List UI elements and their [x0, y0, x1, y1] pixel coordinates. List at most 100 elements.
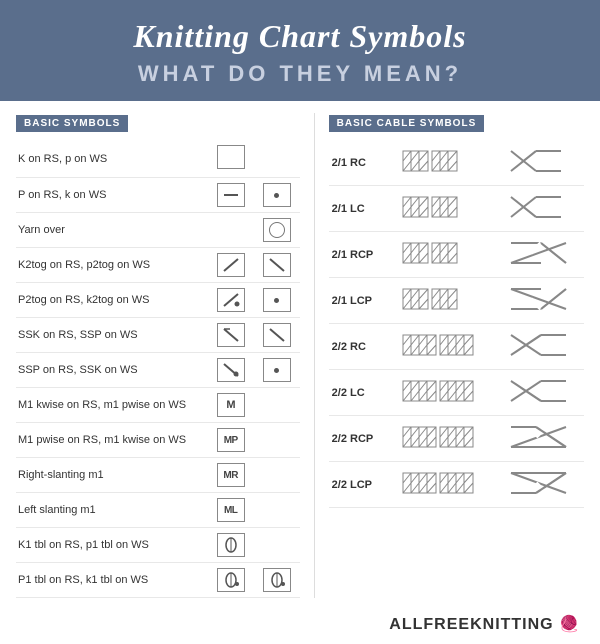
cable-symbols-table: 2/1 RC — [329, 140, 584, 508]
mr-box-icon: MR — [217, 463, 245, 487]
dot-box2-icon — [263, 288, 291, 312]
cable-twist-icon — [493, 324, 584, 370]
main-content: BASIC SYMBOLS K on RS, p on WS P on RS, … — [0, 101, 600, 608]
table-row: M1 pwise on RS, m1 kwise on WS MP — [16, 423, 300, 458]
cable-grid-icon — [391, 462, 493, 508]
symbol-icon2 — [254, 248, 300, 283]
table-row: K1 tbl on RS, p1 tbl on WS — [16, 528, 300, 563]
symbol-label: Right-slanting m1 — [16, 458, 208, 493]
table-row: 2/2 RCP — [329, 416, 584, 462]
symbol-icon2 — [254, 528, 300, 563]
table-row: Right-slanting m1 MR — [16, 458, 300, 493]
table-row: K on RS, p on WS — [16, 140, 300, 178]
cable-grid-icon — [391, 324, 493, 370]
table-row: Left slanting m1 ML — [16, 493, 300, 528]
cable-grid-icon — [391, 186, 493, 232]
cable-twist-icon — [493, 416, 584, 462]
cable-label: 2/2 RC — [329, 324, 391, 370]
symbol-icon2 — [254, 563, 300, 598]
symbol-icon2 — [254, 283, 300, 318]
symbol-icon2 — [254, 318, 300, 353]
cable-twist-icon — [493, 186, 584, 232]
footer: ALLFREEKNITTING 🧶 — [0, 608, 600, 644]
symbol-icon: ML — [208, 493, 254, 528]
mp-box-icon: MP — [217, 428, 245, 452]
cable-symbols-header: BASIC CABLE SYMBOLS — [329, 115, 485, 132]
cable-label: 2/2 LC — [329, 370, 391, 416]
symbol-icon: MR — [208, 458, 254, 493]
cable-grid-icon — [391, 370, 493, 416]
symbol-icon — [208, 353, 254, 388]
m-box-icon: M — [217, 393, 245, 417]
ml-box-icon: ML — [217, 498, 245, 522]
symbol-icon2 — [254, 353, 300, 388]
symbol-icon — [208, 563, 254, 598]
cable-twist-icon — [493, 232, 584, 278]
tbl2-box-icon — [217, 568, 245, 592]
symbol-icon2 — [254, 213, 300, 248]
lslash-box-icon — [217, 323, 245, 347]
symbol-label: K2tog on RS, p2tog on WS — [16, 248, 208, 283]
symbol-label: M1 kwise on RS, m1 pwise on WS — [16, 388, 208, 423]
symbol-label: SSK on RS, SSP on WS — [16, 318, 208, 353]
cable-label: 2/1 LC — [329, 186, 391, 232]
cable-label: 2/2 RCP — [329, 416, 391, 462]
rslash-dot-box-icon — [217, 288, 245, 312]
table-row: 2/2 RC — [329, 324, 584, 370]
lslash-dot-box-icon — [217, 358, 245, 382]
symbol-label: SSP on RS, SSK on WS — [16, 353, 208, 388]
symbol-icon — [208, 248, 254, 283]
empty-box-icon — [217, 145, 245, 169]
dot-box3-icon — [263, 358, 291, 382]
symbol-icon — [208, 178, 254, 213]
table-row: 2/1 LC — [329, 186, 584, 232]
page-title: Knitting Chart Symbols — [20, 18, 580, 55]
tbl3-box-icon — [263, 568, 291, 592]
cable-label: 2/2 LCP — [329, 462, 391, 508]
table-row: 2/2 LCP — [329, 462, 584, 508]
table-row: P1 tbl on RS, k1 tbl on WS — [16, 563, 300, 598]
fslash-box-icon — [263, 253, 291, 277]
cable-twist-icon — [493, 140, 584, 186]
basic-symbols-header: BASIC SYMBOLS — [16, 115, 128, 132]
table-row: Yarn over — [16, 213, 300, 248]
table-row: P on RS, k on WS — [16, 178, 300, 213]
symbol-label: Left slanting m1 — [16, 493, 208, 528]
table-row: SSK on RS, SSP on WS — [16, 318, 300, 353]
cable-label: 2/1 LCP — [329, 278, 391, 324]
table-row: P2tog on RS, k2tog on WS — [16, 283, 300, 318]
cable-grid-icon — [391, 140, 493, 186]
column-divider — [314, 113, 315, 598]
cable-twist-icon — [493, 278, 584, 324]
symbol-icon — [208, 318, 254, 353]
brand-text: ALLFREEKNITTING 🧶 — [389, 616, 580, 633]
rslash-box-icon — [217, 253, 245, 277]
table-row: SSP on RS, SSK on WS — [16, 353, 300, 388]
table-row: 2/1 RC — [329, 140, 584, 186]
page-wrapper: Knitting Chart Symbols WHAT DO THEY MEAN… — [0, 0, 600, 644]
table-row: 2/1 RCP — [329, 232, 584, 278]
header: Knitting Chart Symbols WHAT DO THEY MEAN… — [0, 0, 600, 101]
symbol-icon — [208, 140, 254, 178]
symbol-label: K on RS, p on WS — [16, 140, 208, 178]
circle-box-icon — [263, 218, 291, 242]
table-row: M1 kwise on RS, m1 pwise on WS M — [16, 388, 300, 423]
symbol-icon: MP — [208, 423, 254, 458]
cable-symbols-section: BASIC CABLE SYMBOLS 2/1 RC — [329, 113, 584, 598]
symbol-icon2 — [254, 458, 300, 493]
cable-twist-icon — [493, 370, 584, 416]
symbol-icon2 — [254, 388, 300, 423]
cable-twist-icon — [493, 462, 584, 508]
symbol-icon2 — [254, 178, 300, 213]
table-row: K2tog on RS, p2tog on WS — [16, 248, 300, 283]
symbol-icon: M — [208, 388, 254, 423]
page-subtitle: WHAT DO THEY MEAN? — [20, 61, 580, 87]
table-row: 2/1 LCP — [329, 278, 584, 324]
symbol-label: P2tog on RS, k2tog on WS — [16, 283, 208, 318]
lslash2-box-icon — [263, 323, 291, 347]
basic-symbols-section: BASIC SYMBOLS K on RS, p on WS P on RS, … — [16, 113, 300, 598]
tbl1-box-icon — [217, 533, 245, 557]
basic-symbols-table: K on RS, p on WS P on RS, k on WS — [16, 140, 300, 598]
symbol-label: Yarn over — [16, 213, 208, 248]
symbol-icon2 — [254, 423, 300, 458]
